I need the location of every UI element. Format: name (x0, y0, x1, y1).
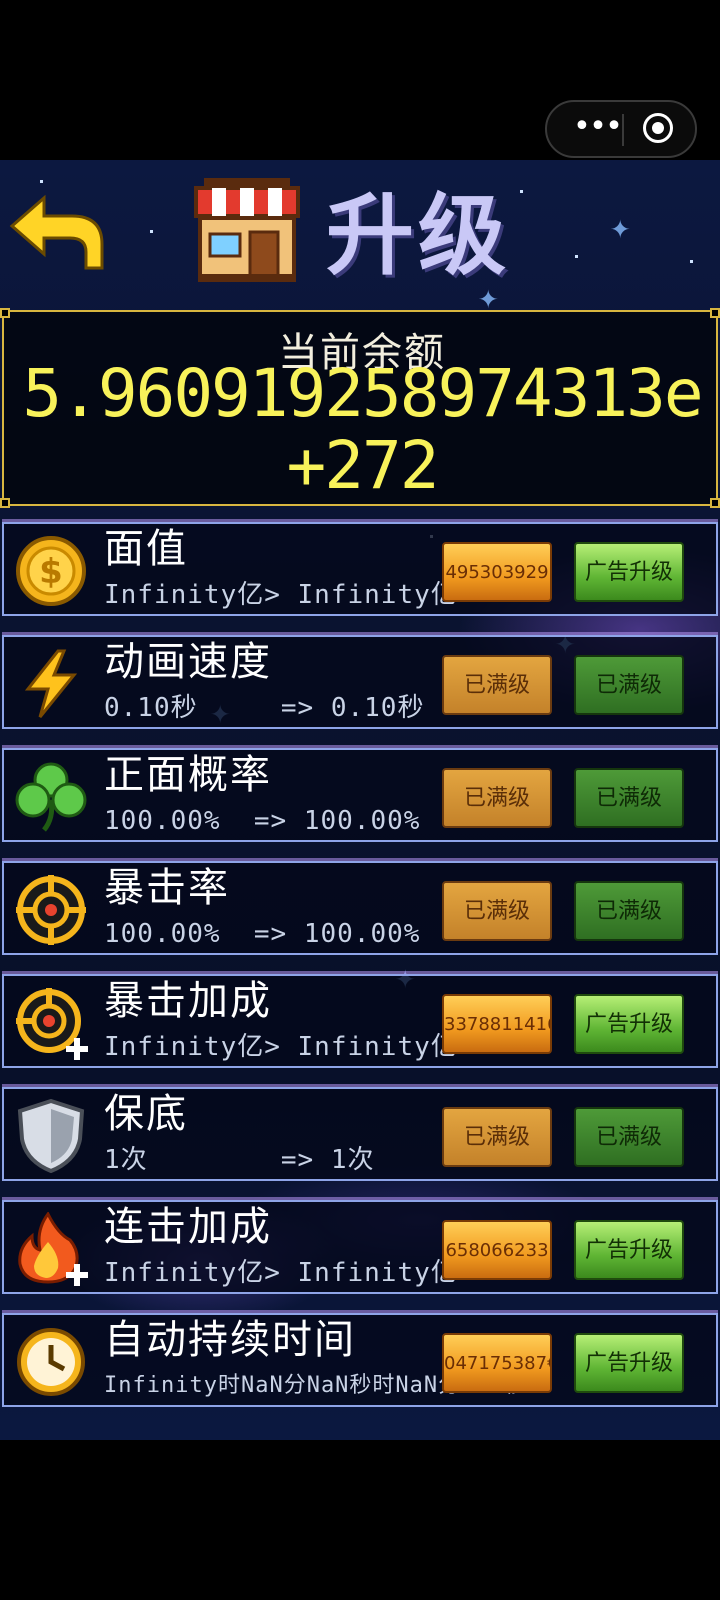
upgrade-row-auto-duration: 自动持续时间 Infinity时NaN分NaN秒时NaN分NaN秒 047175… (2, 1313, 718, 1407)
maxed-level-button[interactable]: 已满级 (442, 881, 552, 941)
panel-corner (0, 308, 10, 318)
maxed-level-ad-button[interactable]: 已满级 (574, 655, 684, 715)
maxed-level-button[interactable]: 已满级 (442, 655, 552, 715)
upgrade-detail: Infinity亿> Infinity亿 (104, 1032, 458, 1062)
upgrade-name: 动画速度 (104, 639, 272, 685)
maxed-level-ad-button[interactable]: 已满级 (574, 881, 684, 941)
upgrade-name: 正面概率 (104, 752, 272, 798)
shield-icon (17, 1099, 85, 1173)
crosshair-icon (16, 875, 86, 945)
maxed-level-button[interactable]: 已满级 (442, 768, 552, 828)
capsule-close-icon[interactable] (643, 113, 673, 143)
ad-upgrade-button[interactable]: 广告升级 (574, 542, 684, 602)
upgrade-row-heads-chance: 正面概率 100.00% => 100.00% 已满级 已满级 (2, 748, 718, 842)
cost-upgrade-button[interactable]: 495303929 (442, 542, 552, 602)
sparkle-icon: ✦ (610, 207, 631, 247)
star (575, 255, 578, 258)
star (520, 190, 523, 193)
lightning-icon (24, 649, 78, 718)
upgrade-row-crit-rate: 暴击率 100.00% => 100.00% 已满级 已满级 (2, 861, 718, 955)
cost-upgrade-button[interactable]: 3378811416 (442, 994, 552, 1054)
upgrade-detail: Infinity亿> Infinity亿 (104, 580, 458, 610)
upgrade-row-guarantee: 保底 1次 => 1次 已满级 已满级 (2, 1087, 718, 1181)
upgrade-row-crit-bonus: 暴击加成 Infinity亿> Infinity亿 3378811416 广告升… (2, 974, 718, 1068)
coin-icon: $ (16, 536, 86, 606)
upgrade-name: 保底 (104, 1091, 188, 1137)
star (690, 260, 693, 263)
upgrade-row-combo-bonus: 连击加成 Infinity亿> Infinity亿 658066233 广告升级 (2, 1200, 718, 1294)
cost-upgrade-button[interactable]: 658066233 (442, 1220, 552, 1280)
balance-value: 5.960919258974313e+272 (22, 355, 703, 504)
panel-corner (710, 308, 720, 318)
bottom-bar (0, 1440, 720, 1600)
more-dots-icon[interactable]: ••• (569, 112, 625, 146)
maxed-level-ad-button[interactable]: 已满级 (574, 1107, 684, 1167)
ad-upgrade-button[interactable]: 广告升级 (574, 1333, 684, 1393)
upgrade-name: 自动持续时间 (104, 1317, 356, 1363)
upgrade-row-animation-speed: 动画速度 0.10秒 => 0.10秒 已满级 已满级 (2, 635, 718, 729)
ad-upgrade-button[interactable]: 广告升级 (574, 1220, 684, 1280)
maxed-level-ad-button[interactable]: 已满级 (574, 768, 684, 828)
upgrade-name: 暴击率 (104, 865, 230, 911)
mini-program-capsule[interactable]: ••• (545, 100, 697, 158)
clock-icon (17, 1328, 85, 1396)
back-arrow-icon[interactable] (8, 194, 104, 272)
game-screen: ✦ ✦ ✦ ✦ ✦ 升级 当前余额 5.960919258974313e+272… (0, 160, 720, 1440)
ad-upgrade-button[interactable]: 广告升级 (574, 994, 684, 1054)
page-title: 升级 (326, 184, 511, 287)
shop-icon (194, 178, 300, 282)
upgrade-row-face-value: $ 面值 Infinity亿> Infinity亿 495303929 广告升级 (2, 522, 718, 616)
balance-panel: 当前余额 5.960919258974313e+272 (0, 308, 720, 508)
fire-plus-icon (18, 1212, 88, 1286)
upgrade-detail: Infinity亿> Infinity亿 (104, 1258, 458, 1288)
upgrade-name: 面值 (104, 526, 188, 572)
upgrade-detail: 0.10秒 => 0.10秒 (104, 693, 425, 723)
cost-upgrade-button[interactable]: 047175387€ (442, 1333, 552, 1393)
upgrade-name: 连击加成 (104, 1204, 272, 1250)
star (40, 180, 43, 183)
star (150, 230, 153, 233)
clover-icon (15, 762, 87, 832)
upgrade-detail: 100.00% => 100.00% (104, 806, 421, 836)
top-bar: ••• (0, 0, 720, 160)
upgrade-detail: 1次 => 1次 (104, 1145, 375, 1175)
upgrade-detail: 100.00% => 100.00% (104, 919, 421, 949)
upgrade-name: 暴击加成 (104, 978, 272, 1024)
crosshair-plus-icon (16, 988, 88, 1060)
maxed-level-button[interactable]: 已满级 (442, 1107, 552, 1167)
capsule-divider (622, 114, 624, 146)
svg-text:$: $ (39, 552, 63, 592)
